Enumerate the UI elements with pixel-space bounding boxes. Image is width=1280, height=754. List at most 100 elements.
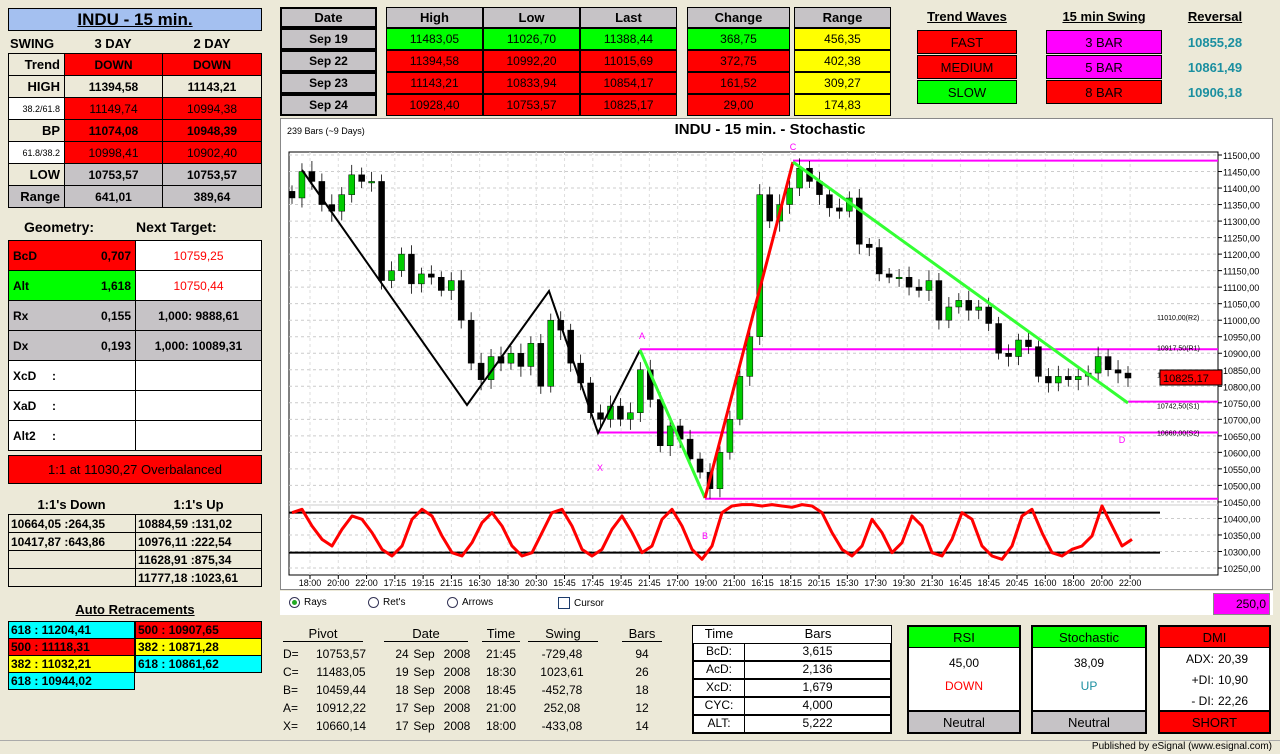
x-tick-label: 15:30 xyxy=(836,578,859,588)
x-tick-label: 20:30 xyxy=(525,578,548,588)
geometry-cell: Alt2: xyxy=(8,420,136,451)
rets-radio[interactable]: Ret's xyxy=(368,597,405,608)
retracement-item: 500 : 10907,65 xyxy=(135,621,262,639)
pivot-cell-y: 2008 xyxy=(443,701,471,715)
retracement-item: 618 : 10861,62 xyxy=(135,655,262,673)
radio-icon xyxy=(368,597,379,608)
bars-value: 3,615 xyxy=(744,643,891,661)
candle xyxy=(826,194,833,209)
cell-low: 10833,94 xyxy=(483,72,580,94)
swing-row-label: 38.2/61.8 xyxy=(8,97,65,120)
x-tick-label: 17:45 xyxy=(582,578,605,588)
pivot-label: 10660,00(S2) xyxy=(1157,431,1199,438)
stochastic-chart[interactable]: 11500,00 11450,00 11400,00 11350,00 11300,00… xyxy=(280,118,1273,590)
ones-down-label: 1:1's Down xyxy=(37,497,106,512)
geometry-label: Alt2 xyxy=(13,428,36,443)
ones-table: 10664,05 :264,35 10884,59 :131,02 10417,87… xyxy=(8,514,262,587)
x-tick-label: 19:15 xyxy=(412,578,435,588)
rays-radio[interactable]: Rays xyxy=(289,597,327,608)
trend-waves-title: Trend Waves xyxy=(927,9,1007,24)
candle xyxy=(1045,376,1052,384)
candle xyxy=(836,207,843,212)
candle xyxy=(666,425,674,447)
cursor-checkbox[interactable]: Cursor xyxy=(558,597,604,609)
pivot-cell-b: 94 xyxy=(635,647,649,661)
geometry-label: Dx xyxy=(13,338,29,353)
swing-bar-button[interactable]: 8 BAR xyxy=(1046,80,1162,104)
minus-di-value: 22,26 xyxy=(1218,694,1249,708)
header-low: Low xyxy=(483,7,580,28)
arrows-label: Arrows xyxy=(462,597,494,608)
candle xyxy=(288,191,296,199)
swing-3day-value: 11074,08 xyxy=(64,119,163,142)
ones-down-value: 10417,87 :643,86 xyxy=(8,532,136,551)
x-tick-label: 16:45 xyxy=(949,578,972,588)
swing-row-label: BP xyxy=(8,119,65,142)
y-tick-label: 11500,00 xyxy=(1223,151,1260,161)
y-tick-label: 11100,00 xyxy=(1223,283,1259,293)
pivot-cell-t: 18:45 xyxy=(485,683,517,697)
swing-bar-button[interactable]: 3 BAR xyxy=(1046,30,1162,54)
y-tick-label: 10350,00 xyxy=(1223,531,1261,541)
cursor-label: Cursor xyxy=(574,597,605,609)
geometry-label-wrap: XcD: xyxy=(13,369,131,383)
bars-value: 1,679 xyxy=(744,679,891,697)
swing-label: SWING xyxy=(10,36,55,51)
pivot-cell-v: 10753,57 xyxy=(315,647,367,661)
candle xyxy=(338,194,346,212)
geometry-row: Dx 0,193 1,000: 10089,31 xyxy=(8,330,262,361)
stochastic-title: Stochastic xyxy=(1033,627,1145,648)
pivot-cell-s: -729,48 xyxy=(541,647,583,661)
pivot-header: Bars xyxy=(622,626,662,642)
plus-di-value: 10,90 xyxy=(1218,673,1249,687)
geometry-cell: XcD: xyxy=(8,360,136,391)
bars-count: 239 Bars (~9 Days) xyxy=(287,126,365,136)
trend-wave-button[interactable]: MEDIUM xyxy=(917,55,1017,79)
swing-2day-value: 10948,39 xyxy=(162,119,262,142)
pivot-cell-t: 21:45 xyxy=(485,647,517,661)
trend-wave-button[interactable]: FAST xyxy=(917,30,1017,54)
swing-3day-value: 10998,41 xyxy=(64,141,163,164)
candle xyxy=(1124,372,1132,379)
plot-area xyxy=(288,151,1219,576)
y-tick-label: 11050,00 xyxy=(1223,300,1260,310)
swing-bar-button[interactable]: 5 BAR xyxy=(1046,55,1162,79)
geometry-value: : xyxy=(52,368,56,383)
next-target-value: 10759,25 xyxy=(135,240,262,271)
pivot-label: 10742,50(S1) xyxy=(1157,403,1199,410)
next-target-value: 1,000: 9888,61 xyxy=(135,300,262,331)
checkbox-icon xyxy=(558,597,570,609)
cell-last: 11015,69 xyxy=(580,50,677,72)
x-tick-label: 15:45 xyxy=(553,578,576,588)
candle xyxy=(398,253,405,271)
candle xyxy=(388,270,395,281)
y-tick-label: 11300,00 xyxy=(1223,217,1260,227)
next-target-value xyxy=(135,360,262,391)
arrows-radio[interactable]: Arrows xyxy=(447,597,493,608)
chart-options-bar xyxy=(280,591,1273,615)
cell-date: Sep 24 xyxy=(280,94,377,116)
x-tick-label: 22:00 xyxy=(355,578,378,588)
y-tick-label: 11350,00 xyxy=(1223,201,1260,211)
y-tick-label: 11000,00 xyxy=(1223,316,1260,326)
adx-value: 20,39 xyxy=(1218,652,1249,666)
x-tick-label: 20:45 xyxy=(1006,578,1029,588)
candle xyxy=(1055,376,1062,384)
pivot-cell-s: 1023,61 xyxy=(540,665,584,679)
swing-2day-value: DOWN xyxy=(162,53,262,76)
next-target-value: 10750,44 xyxy=(135,270,262,301)
x-tick-label: 16:00 xyxy=(1034,578,1057,588)
trend-wave-button[interactable]: SLOW xyxy=(917,80,1017,104)
cell-date: Sep 19 xyxy=(280,28,377,50)
cell-last: 10854,17 xyxy=(580,72,677,94)
geometry-value: 0,193 xyxy=(100,338,131,353)
pivot-header: Time xyxy=(482,626,520,642)
swing-row: LOW 10753,57 10753,57 xyxy=(8,163,262,186)
retracement-item: 618 : 10944,02 xyxy=(8,672,135,690)
candle xyxy=(965,300,973,311)
y-tick-label: 11200,00 xyxy=(1223,250,1260,260)
cell-date: Sep 22 xyxy=(280,50,377,72)
x-tick-label: 20:15 xyxy=(808,578,831,588)
swing-2day-value: 10753,57 xyxy=(162,163,262,186)
cell-range: 309,27 xyxy=(794,72,891,94)
